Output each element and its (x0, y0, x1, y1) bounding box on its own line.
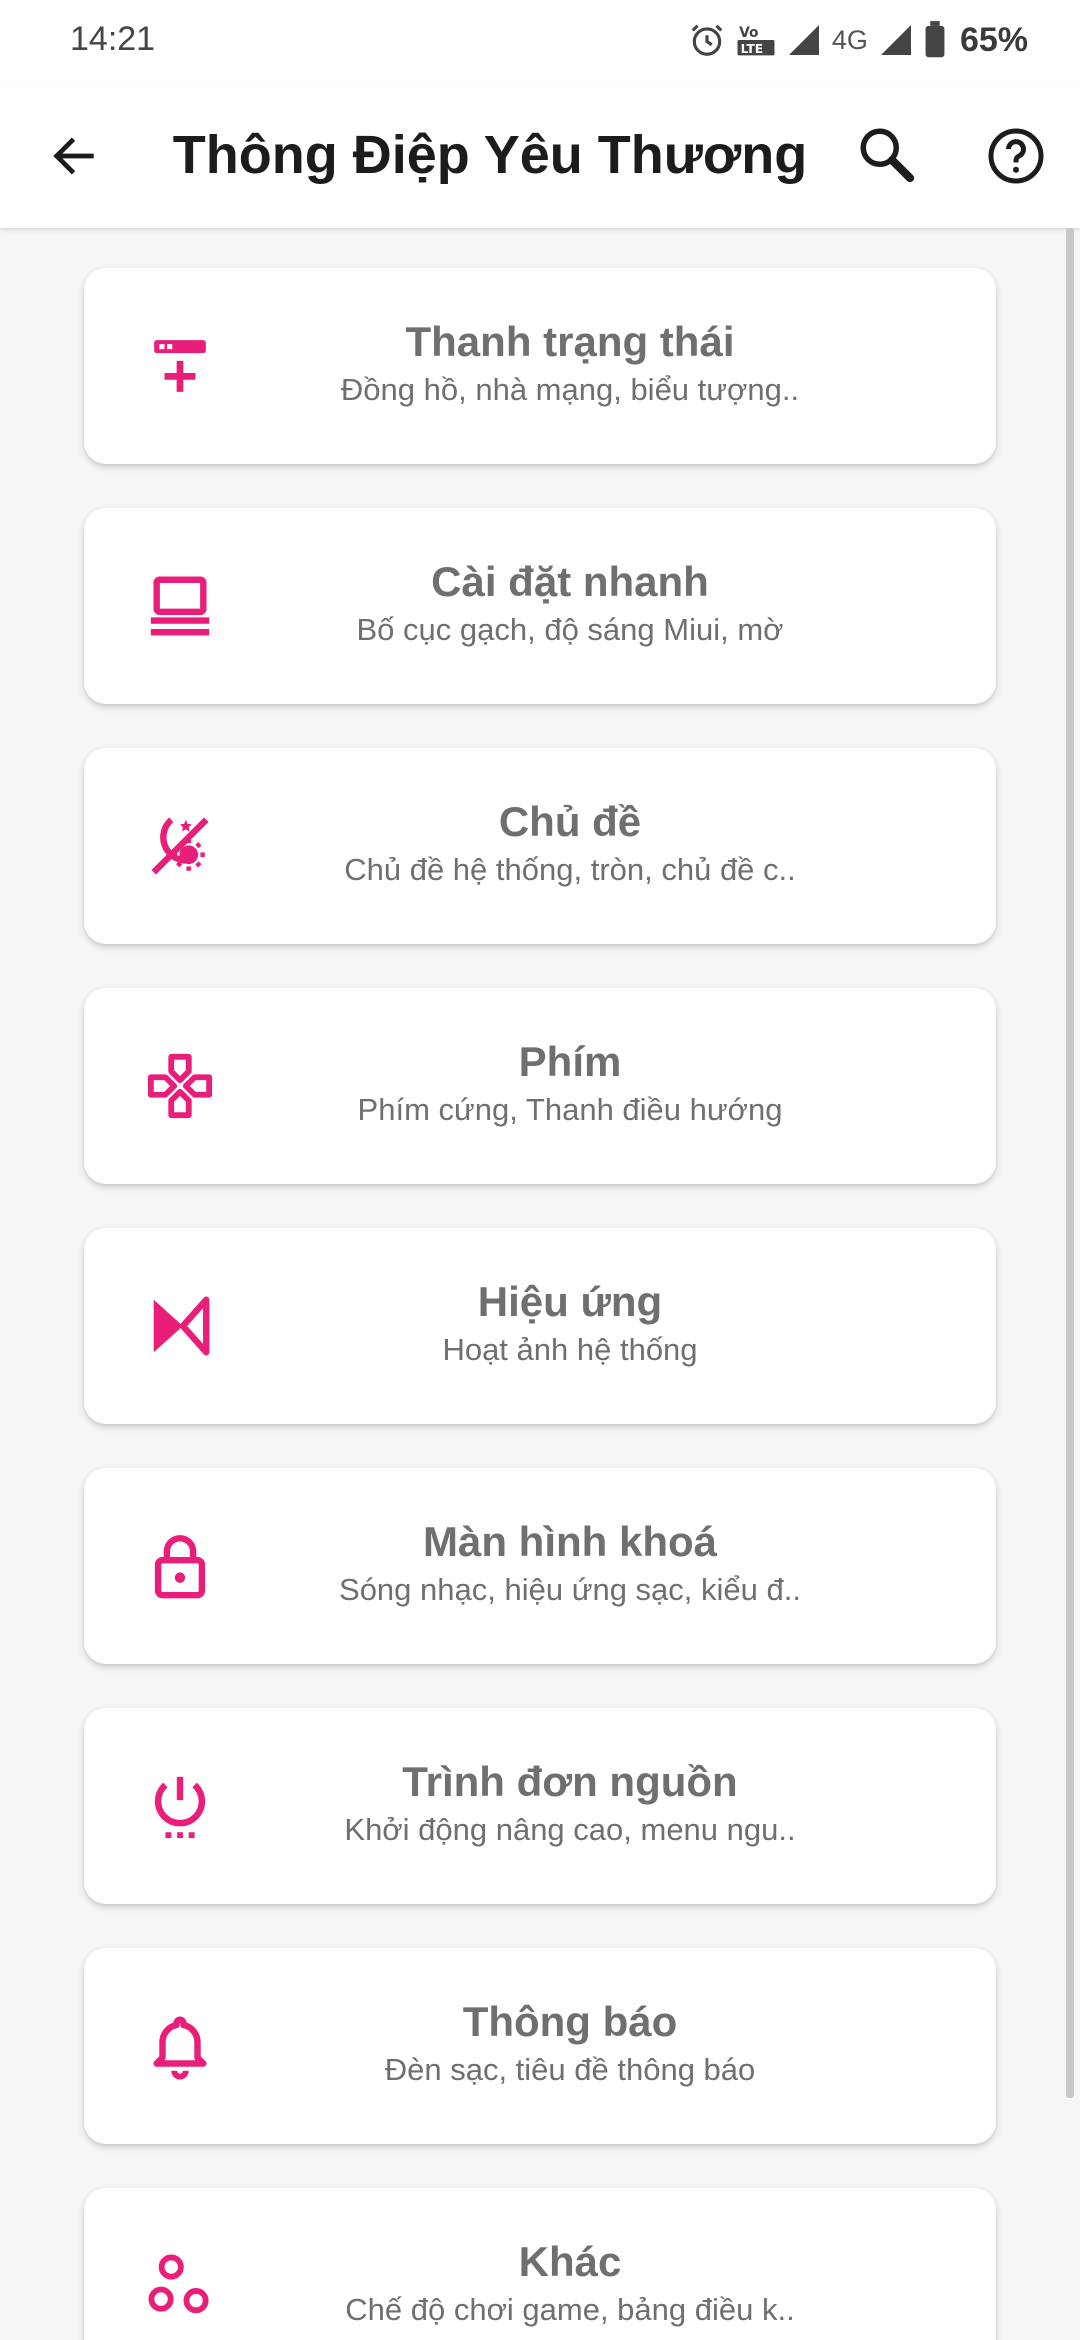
network-type: 4G (831, 24, 868, 55)
item-subtitle: Chế độ chơi game, bảng điều k.. (345, 2292, 795, 2327)
item-title: Trình đơn nguồn (402, 1758, 738, 1805)
alarm-icon (688, 21, 726, 59)
status-time: 14:21 (70, 20, 156, 58)
item-title: Chủ đề (498, 798, 642, 845)
item-title: Thông báo (462, 1998, 678, 2045)
svg-text:LTE: LTE (741, 42, 764, 56)
page-title: Thông Điệp Yêu Thương (172, 125, 808, 185)
item-subtitle: Khởi động nâng cao, menu ngu.. (344, 1812, 796, 1847)
status-bar: 14:21 Vo LTE 4G 65% (0, 0, 1080, 84)
item-subtitle: Sóng nhạc, hiệu ứng sạc, kiểu đ.. (339, 1572, 801, 1607)
item-title: Thanh trạng thái (405, 318, 735, 365)
item-subtitle: Chủ đề hệ thống, tròn, chủ đề c.. (344, 852, 796, 887)
item-subtitle: Bố cục gạch, độ sáng Miui, mờ (356, 612, 784, 647)
list-item-other[interactable]: Khác Chế độ chơi game, bảng điều k.. (84, 2188, 996, 2340)
list-item-keys[interactable]: Phím Phím cứng, Thanh điều hướng (84, 988, 996, 1184)
list-item-quick-settings[interactable]: Cài đặt nhanh Bố cục gạch, độ sáng Miui,… (84, 508, 996, 704)
svg-text:Vo: Vo (739, 25, 758, 41)
search-icon (860, 128, 915, 183)
battery-icon (924, 21, 946, 59)
list-item-lock-screen[interactable]: Màn hình khoá Sóng nhạc, hiệu ứng sạc, k… (84, 1468, 996, 1664)
item-subtitle: Đồng hồ, nhà mạng, biểu tượng.. (340, 372, 800, 407)
list-item-notifications[interactable]: Thông báo Đèn sạc, tiêu đề thông báo (84, 1948, 996, 2144)
signal-icon (878, 22, 914, 58)
list-item-effects[interactable]: Hiệu ứng Hoạt ảnh hệ thống (84, 1228, 996, 1424)
list-item-theme[interactable]: Chủ đề Chủ đề hệ thống, tròn, chủ đề c.. (84, 748, 996, 944)
help-icon (988, 128, 1044, 184)
volte-icon: Vo LTE (736, 21, 776, 59)
search-button[interactable] (852, 120, 924, 192)
signal-icon (786, 22, 822, 58)
settings-list: Thanh trạng thái Đồng hồ, nhà mạng, biểu… (0, 228, 1080, 2340)
item-subtitle: Phím cứng, Thanh điều hướng (357, 1092, 783, 1127)
battery-percent: 65% (959, 20, 1028, 59)
item-title: Phím (518, 1038, 622, 1085)
app-bar: Thông Điệp Yêu Thương (0, 84, 1080, 228)
help-button[interactable] (980, 120, 1052, 192)
item-subtitle: Đèn sạc, tiêu đề thông báo (384, 2052, 756, 2087)
item-title: Khác (518, 2238, 622, 2285)
item-title: Hiệu ứng (477, 1278, 663, 1325)
item-title: Màn hình khoá (423, 1518, 717, 1565)
item-title: Cài đặt nhanh (431, 558, 709, 605)
status-icons: Vo LTE 4G 65% (688, 18, 1028, 62)
item-subtitle: Hoạt ảnh hệ thống (442, 1332, 698, 1367)
list-item-power-menu[interactable]: Trình đơn nguồn Khởi động nâng cao, menu… (84, 1708, 996, 1904)
list-item-status-bar[interactable]: Thanh trạng thái Đồng hồ, nhà mạng, biểu… (84, 268, 996, 464)
